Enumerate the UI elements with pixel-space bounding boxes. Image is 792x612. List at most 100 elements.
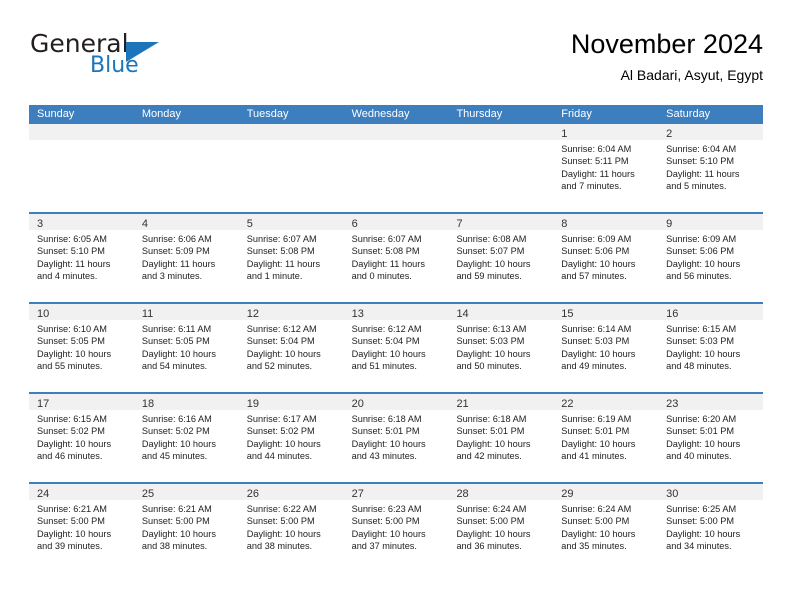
calendar-day-cell[interactable]: 1 Sunrise: 6:04 AM Sunset: 5:11 PM Daylight… [553,124,659,212]
day-detail-line: Sunrise: 6:08 AM [456,234,527,244]
day-detail-line: and 48 minutes. [666,361,732,372]
day-detail-line: Daylight: 10 hours [456,438,531,449]
calendar-day-cell[interactable]: 25 Sunrise: 6:21 AM Sunset: 5:00 PM Dayligh… [133,484,239,572]
day-number: 10 [37,308,50,320]
day-detail-line: Sunset: 5:02 PM [246,426,315,437]
day-detail-line: Sunrise: 6:05 AM [37,234,107,244]
calendar-day-cell[interactable]: 11 Sunrise: 6:11 AM Sunset: 5:05 PM Dayligh… [133,304,239,392]
day-number-band: 16 [658,304,764,320]
day-number-band: 9 [658,214,764,230]
day-detail-line: Daylight: 10 hours [246,438,321,449]
day-detail-line: and 38 minutes. [246,541,313,552]
day-number: 9 [666,218,673,230]
day-detail-line: Sunset: 5:00 PM [246,516,315,527]
day-details [344,140,449,143]
day-number-band: 30 [658,484,764,500]
day-number-band: 18 [133,394,239,410]
day-detail-line: Sunset: 5:01 PM [456,426,525,437]
calendar-weeks: 1 Sunrise: 6:04 AM Sunset: 5:11 PM Daylight… [29,124,764,572]
day-detail-line: Sunset: 5:01 PM [666,426,735,437]
day-detail-line: Sunset: 5:03 PM [561,336,630,347]
calendar-day-cell[interactable]: 5 Sunrise: 6:07 AM Sunset: 5:08 PM Daylight… [238,214,344,302]
day-number: 5 [246,218,253,230]
day-details: Sunrise: 6:21 AM Sunset: 5:00 PM Daylight:… [29,500,134,553]
calendar-day-cell[interactable]: 29 Sunrise: 6:24 AM Sunset: 5:00 PM Dayligh… [553,484,659,572]
day-detail-line: Sunset: 5:00 PM [141,516,210,527]
calendar-day-cell[interactable]: 27 Sunrise: 6:23 AM Sunset: 5:00 PM Dayligh… [343,484,449,572]
day-details: Sunrise: 6:08 AM Sunset: 5:07 PM Daylight:… [448,230,553,283]
calendar-day-cell-empty [238,124,344,212]
calendar-day-cell[interactable]: 7 Sunrise: 6:08 AM Sunset: 5:07 PM Daylight… [448,214,554,302]
calendar-day-cell[interactable]: 9 Sunrise: 6:09 AM Sunset: 5:06 PM Daylight… [658,214,764,302]
calendar-day-cell[interactable]: 30 Sunrise: 6:25 AM Sunset: 5:00 PM Dayligh… [658,484,764,572]
day-number-band: 19 [238,394,344,410]
day-detail-line: Sunset: 5:00 PM [666,516,735,527]
calendar-day-cell[interactable]: 18 Sunrise: 6:16 AM Sunset: 5:02 PM Dayligh… [133,394,239,482]
day-of-week-header: Friday [561,108,592,120]
day-number-band: 28 [448,484,554,500]
calendar-day-cell[interactable]: 23 Sunrise: 6:20 AM Sunset: 5:01 PM Dayligh… [658,394,764,482]
day-of-week-header: Saturday [666,108,711,120]
calendar-day-cell[interactable]: 16 Sunrise: 6:15 AM Sunset: 5:03 PM Dayligh… [658,304,764,392]
day-detail-line: Sunrise: 6:21 AM [37,504,107,514]
day-details: Sunrise: 6:07 AM Sunset: 5:08 PM Daylight:… [239,230,344,283]
calendar-day-cell[interactable]: 12 Sunrise: 6:12 AM Sunset: 5:04 PM Dayligh… [238,304,344,392]
calendar-day-cell[interactable]: 24 Sunrise: 6:21 AM Sunset: 5:00 PM Dayligh… [29,484,134,572]
day-detail-line: Sunset: 5:00 PM [561,516,630,527]
day-detail-line: Sunset: 5:05 PM [37,336,105,347]
day-detail-line: and 5 minutes. [666,181,727,192]
calendar-day-cell[interactable]: 3 Sunrise: 6:05 AM Sunset: 5:10 PM Daylight… [29,214,134,302]
calendar-day-cell[interactable]: 13 Sunrise: 6:12 AM Sunset: 5:04 PM Dayligh… [343,304,449,392]
day-detail-line: Daylight: 10 hours [561,258,636,269]
day-number: 7 [456,218,463,230]
day-detail-line: and 46 minutes. [37,451,103,462]
day-detail-line: Daylight: 10 hours [666,438,741,449]
day-of-week-header: Sunday [37,108,75,120]
day-details: Sunrise: 6:24 AM Sunset: 5:00 PM Daylight:… [553,500,658,553]
day-number-band [29,124,134,140]
calendar-day-cell[interactable]: 2 Sunrise: 6:04 AM Sunset: 5:10 PM Daylight… [658,124,764,212]
brand-logo[interactable]: General Blue [29,28,249,88]
calendar-day-cell[interactable]: 20 Sunrise: 6:18 AM Sunset: 5:01 PM Dayligh… [343,394,449,482]
day-number-band: 13 [343,304,449,320]
calendar-day-cell[interactable]: 6 Sunrise: 6:07 AM Sunset: 5:08 PM Daylight… [343,214,449,302]
day-detail-line: Sunset: 5:11 PM [561,156,629,167]
calendar-day-cell[interactable]: 10 Sunrise: 6:10 AM Sunset: 5:05 PM Dayligh… [29,304,134,392]
day-detail-line: Sunset: 5:00 PM [456,516,525,527]
calendar-day-cell[interactable]: 19 Sunrise: 6:17 AM Sunset: 5:02 PM Dayligh… [238,394,344,482]
calendar-day-cell-empty [448,124,554,212]
day-detail-line: Sunset: 5:10 PM [666,156,735,167]
calendar-day-cell[interactable]: 4 Sunrise: 6:06 AM Sunset: 5:09 PM Daylight… [133,214,239,302]
calendar-day-cell[interactable]: 15 Sunrise: 6:14 AM Sunset: 5:03 PM Dayligh… [553,304,659,392]
calendar-day-cell[interactable]: 17 Sunrise: 6:15 AM Sunset: 5:02 PM Dayligh… [29,394,134,482]
day-details: Sunrise: 6:13 AM Sunset: 5:03 PM Daylight:… [448,320,553,373]
calendar-day-cell[interactable]: 28 Sunrise: 6:24 AM Sunset: 5:00 PM Dayligh… [448,484,554,572]
day-details: Sunrise: 6:12 AM Sunset: 5:04 PM Daylight:… [344,320,449,373]
day-detail-line: Sunset: 5:03 PM [666,336,735,347]
day-detail-line: Daylight: 10 hours [456,348,531,359]
day-detail-line: Daylight: 10 hours [246,528,321,539]
day-detail-line: Sunrise: 6:18 AM [456,414,527,424]
calendar-day-cell[interactable]: 26 Sunrise: 6:22 AM Sunset: 5:00 PM Dayligh… [238,484,344,572]
day-detail-line: and 55 minutes. [37,361,103,372]
day-detail-line: Sunset: 5:06 PM [561,246,630,257]
day-number: 12 [246,308,259,320]
day-detail-line: Sunrise: 6:15 AM [37,414,107,424]
calendar-day-cell[interactable]: 22 Sunrise: 6:19 AM Sunset: 5:01 PM Dayligh… [553,394,659,482]
day-of-week-header-row: Sunday Monday Tuesday Wednesday Thursday Frid… [29,105,763,124]
calendar-day-cell[interactable]: 21 Sunrise: 6:18 AM Sunset: 5:01 PM Dayligh… [448,394,554,482]
day-details: Sunrise: 6:14 AM Sunset: 5:03 PM Daylight:… [553,320,658,373]
day-detail-line: Daylight: 10 hours [246,348,321,359]
day-detail-line: Sunset: 5:02 PM [141,426,210,437]
day-number: 25 [141,488,155,500]
calendar-week-row: 3 Sunrise: 6:05 AM Sunset: 5:10 PM Daylight… [29,212,764,302]
day-detail-line: and 54 minutes. [141,361,208,372]
day-number-band: 1 [553,124,659,140]
day-detail-line: and 34 minutes. [666,541,732,552]
calendar-day-cell[interactable]: 8 Sunrise: 6:09 AM Sunset: 5:06 PM Daylight… [553,214,659,302]
calendar-week-row: 1 Sunrise: 6:04 AM Sunset: 5:11 PM Daylight… [29,124,764,212]
day-number: 8 [561,218,568,230]
day-detail-line: Sunrise: 6:06 AM [141,234,212,244]
day-number-band: 21 [448,394,554,410]
calendar-day-cell[interactable]: 14 Sunrise: 6:13 AM Sunset: 5:03 PM Dayligh… [448,304,554,392]
